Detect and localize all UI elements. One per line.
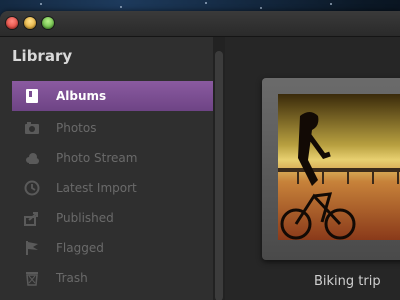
cloud-icon: [24, 150, 40, 166]
sidebar-item-label: Photos: [56, 121, 97, 135]
sidebar-item-trash[interactable]: Trash: [12, 263, 213, 293]
app-window: Library Albums Photos Photo Stream Lates…: [0, 11, 400, 300]
sidebar: Library Albums Photos Photo Stream Lates…: [0, 37, 213, 300]
scrollbar-thumb[interactable]: [215, 51, 223, 300]
sidebar-item-photos[interactable]: Photos: [12, 113, 213, 143]
title-bar[interactable]: [0, 11, 400, 37]
album-icon: [24, 88, 40, 104]
sidebar-scrollbar[interactable]: [213, 37, 225, 300]
star: [260, 7, 262, 9]
camera-icon: [24, 120, 40, 136]
album-content-area: Biking trip: [225, 37, 400, 300]
sidebar-item-label: Published: [56, 211, 114, 225]
minimize-window-button[interactable]: [24, 17, 36, 29]
sidebar-item-label: Photo Stream: [56, 151, 138, 165]
share-icon: [24, 210, 40, 226]
cyclist-silhouette: [278, 112, 400, 240]
clock-icon: [24, 180, 40, 196]
close-window-button[interactable]: [6, 17, 18, 29]
trash-icon: [24, 270, 40, 286]
sidebar-item-flagged[interactable]: Flagged: [12, 233, 213, 263]
zoom-window-button[interactable]: [42, 17, 54, 29]
sidebar-item-label: Latest Import: [56, 181, 137, 195]
sidebar-item-label: Albums: [56, 89, 107, 103]
star: [120, 6, 122, 8]
sidebar-item-published[interactable]: Published: [12, 203, 213, 233]
star: [205, 2, 207, 4]
sidebar-title: Library: [12, 47, 73, 65]
sidebar-item-label: Trash: [56, 271, 88, 285]
album-cover-photo: [278, 94, 400, 240]
star: [330, 3, 332, 5]
flag-icon: [24, 240, 40, 256]
sidebar-item-label: Flagged: [56, 241, 104, 255]
star: [40, 3, 42, 5]
sidebar-item-latest-import[interactable]: Latest Import: [12, 173, 213, 203]
sidebar-item-albums[interactable]: Albums: [12, 81, 213, 111]
sidebar-item-photo-stream[interactable]: Photo Stream: [12, 143, 213, 173]
album-thumbnail[interactable]: [262, 78, 400, 260]
album-title[interactable]: Biking trip: [314, 274, 381, 289]
